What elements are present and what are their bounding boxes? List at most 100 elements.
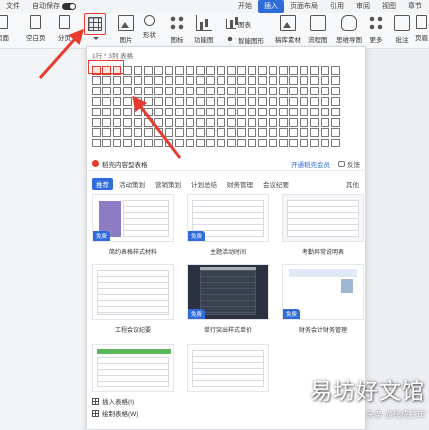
grid-cell[interactable] <box>206 107 215 117</box>
grid-cell[interactable] <box>143 107 153 117</box>
grid-cell[interactable] <box>206 76 215 85</box>
table-button[interactable] <box>84 13 106 35</box>
menu-start[interactable]: 开始 <box>232 0 258 13</box>
grid-cell[interactable] <box>258 128 267 137</box>
grid-cell[interactable] <box>247 76 257 85</box>
template-card[interactable]: 免费 <box>187 194 269 242</box>
tab-finance[interactable]: 财务管理 <box>223 178 257 190</box>
grid-cell[interactable] <box>289 117 299 127</box>
grid-cell[interactable] <box>279 97 288 106</box>
grid-cell[interactable] <box>330 117 340 127</box>
grid-cell[interactable] <box>247 138 257 148</box>
grid-cell[interactable] <box>310 128 319 137</box>
grid-cell[interactable] <box>123 97 132 106</box>
grid-cell[interactable] <box>216 117 226 127</box>
grid-cell[interactable] <box>123 86 132 96</box>
grid-cell[interactable] <box>216 128 226 137</box>
grid-cell[interactable] <box>268 86 278 96</box>
grid-cell[interactable] <box>279 128 288 137</box>
grid-cell[interactable] <box>279 86 288 96</box>
grid-cell[interactable] <box>123 76 132 85</box>
recommend-label[interactable]: 稻壳内容型表格 <box>92 159 148 169</box>
grid-cell[interactable] <box>289 138 299 148</box>
grid-cell[interactable] <box>237 76 247 85</box>
page-break-button[interactable]: 分页 <box>58 15 71 42</box>
flowchart-button[interactable]: 流程图 <box>308 15 328 44</box>
grid-cell[interactable] <box>268 128 278 137</box>
grid-cell[interactable] <box>310 138 319 148</box>
grid-cell[interactable] <box>195 117 205 127</box>
grid-cell[interactable] <box>330 66 340 75</box>
grid-cell[interactable] <box>195 97 205 106</box>
grid-cell[interactable] <box>133 107 143 117</box>
grid-cell[interactable] <box>102 128 111 137</box>
grid-cell[interactable] <box>154 138 163 148</box>
grid-cell[interactable] <box>102 76 111 85</box>
grid-cell[interactable] <box>268 138 278 148</box>
grid-cell[interactable] <box>258 117 267 127</box>
vip-link[interactable]: 开通稻壳会员 <box>291 159 330 169</box>
grid-cell[interactable] <box>237 117 247 127</box>
grid-cell[interactable] <box>320 66 330 75</box>
grid-cell[interactable] <box>195 107 205 117</box>
grid-cell[interactable] <box>299 86 309 96</box>
grid-cell[interactable] <box>195 66 205 75</box>
template-card[interactable]: 免费 <box>187 264 269 320</box>
grid-cell[interactable] <box>154 128 163 137</box>
grid-cell[interactable] <box>299 66 309 75</box>
tab-recommend[interactable]: 推荐 <box>92 178 113 190</box>
grid-cell[interactable] <box>227 107 236 117</box>
grid-cell[interactable] <box>310 107 319 117</box>
grid-cell[interactable] <box>154 97 163 106</box>
grid-cell[interactable] <box>92 97 101 106</box>
quick-access-icons[interactable] <box>84 0 232 13</box>
grid-cell[interactable] <box>164 107 174 117</box>
grid-cell[interactable] <box>123 117 132 127</box>
feedback-button[interactable]: 反馈 <box>338 159 360 169</box>
grid-cell[interactable] <box>299 76 309 85</box>
grid-cell[interactable] <box>320 128 330 137</box>
blank-page-button[interactable]: 空白页 <box>26 15 46 42</box>
grid-cell[interactable] <box>112 128 122 137</box>
template-card[interactable] <box>92 264 174 320</box>
grid-cell[interactable] <box>175 86 184 96</box>
grid-cell[interactable] <box>206 138 215 148</box>
grid-cell[interactable] <box>206 128 215 137</box>
grid-cell[interactable] <box>320 107 330 117</box>
grid-cell[interactable] <box>133 66 143 75</box>
grid-cell[interactable] <box>289 128 299 137</box>
grid-cell[interactable] <box>206 117 215 127</box>
grid-cell[interactable] <box>268 97 278 106</box>
grid-cell[interactable] <box>268 66 278 75</box>
grid-cell[interactable] <box>330 86 340 96</box>
grid-cell[interactable] <box>237 138 247 148</box>
template-card[interactable] <box>92 344 174 392</box>
template-card[interactable] <box>282 194 364 242</box>
grid-cell[interactable] <box>237 107 247 117</box>
grid-cell[interactable] <box>258 86 267 96</box>
grid-cell[interactable] <box>164 97 174 106</box>
template-card[interactable] <box>187 344 269 392</box>
grid-cell[interactable] <box>299 117 309 127</box>
grid-cell[interactable] <box>206 66 215 75</box>
grid-cell[interactable] <box>320 117 330 127</box>
grid-cell[interactable] <box>247 117 257 127</box>
grid-cell[interactable] <box>237 97 247 106</box>
grid-cell[interactable] <box>175 128 184 137</box>
template-name[interactable]: 考勤异常说明表 <box>282 247 364 256</box>
grid-cell[interactable] <box>289 66 299 75</box>
grid-cell[interactable] <box>227 117 236 127</box>
grid-cell[interactable] <box>143 97 153 106</box>
grid-cell[interactable] <box>185 128 195 137</box>
grid-cell[interactable] <box>268 107 278 117</box>
grid-cell[interactable] <box>279 138 288 148</box>
template-name[interactable]: 工程会议纪要 <box>92 325 174 334</box>
grid-cell[interactable] <box>92 117 101 127</box>
grid-cell[interactable] <box>112 107 122 117</box>
grid-cell[interactable] <box>227 97 236 106</box>
grid-cell[interactable] <box>299 97 309 106</box>
grid-cell[interactable] <box>143 138 153 148</box>
menu-review[interactable]: 审阅 <box>350 0 376 13</box>
grid-cell[interactable] <box>320 76 330 85</box>
grid-cell[interactable] <box>206 86 215 96</box>
